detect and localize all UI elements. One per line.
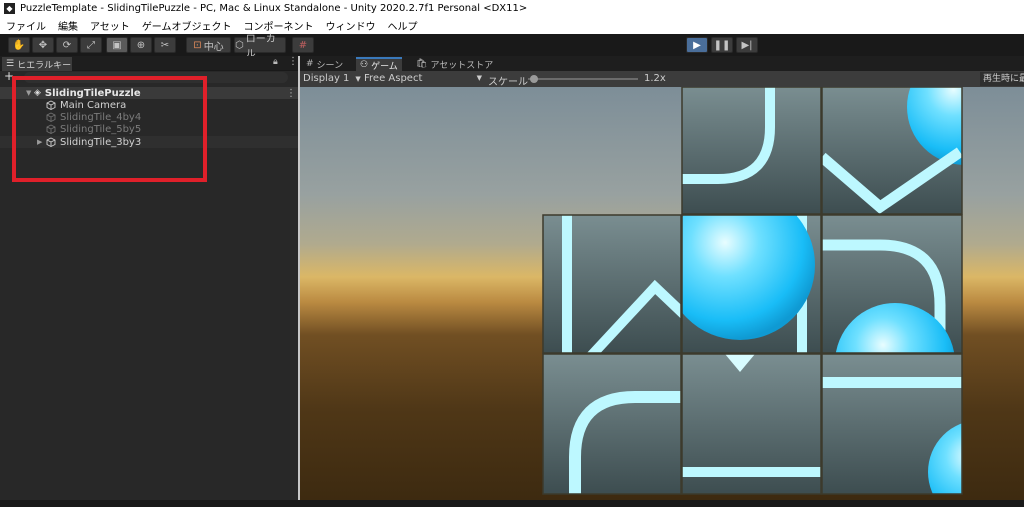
puzzle-tile[interactable] [543, 215, 695, 357]
menu-file[interactable]: ファイル [0, 18, 52, 33]
game-view-toolbar: Display 1 ▼ Free Aspect ▼ スケール 1.2x 再生時に… [300, 71, 1024, 88]
scene-grid-icon: # [306, 59, 314, 69]
pause-icon: ❚❚ [713, 39, 731, 51]
game-viewport[interactable] [300, 87, 1024, 500]
puzzle-tile[interactable] [822, 354, 1024, 500]
tools-icon: ✂ [160, 39, 170, 51]
menu-window[interactable]: ウィンドウ [320, 18, 382, 33]
grid-icon: # [298, 39, 308, 51]
local-icon: ⬡ [235, 39, 244, 51]
menu-edit[interactable]: 編集 [52, 18, 84, 33]
puzzle-tile[interactable] [543, 354, 685, 497]
hierarchy-panel: ☰ ヒエラルキー 🔒︎ ⋮ + ▼ ◈ SlidingTilePuzzle ⋮ … [0, 56, 298, 500]
tab-game[interactable]: ⚇ ゲーム [356, 57, 402, 72]
scale-value: 1.2x [644, 73, 666, 84]
hand-tool-button[interactable]: ✋ [8, 37, 30, 53]
scale-slider[interactable] [528, 75, 638, 83]
pause-button[interactable]: ❚❚ [711, 37, 733, 53]
menu-bar: ファイル 編集 アセット ゲームオブジェクト コンポーネント ウィンドウ ヘルプ [0, 17, 1024, 34]
tab-asset-store[interactable]: 🛍︎ アセットストア [412, 57, 497, 71]
menu-gameobject[interactable]: ゲームオブジェクト [136, 18, 238, 33]
transform-icon: ⊕ [136, 39, 146, 51]
aspect-value: Free Aspect [364, 73, 423, 84]
lock-icon[interactable]: 🔒︎ [273, 57, 278, 67]
pivot-toggle-button[interactable]: ⊡ 中心 [186, 37, 231, 53]
move-icon: ✥ [38, 39, 48, 51]
tab-asset-store-label: アセットストア [430, 60, 494, 71]
game-panel: # シーン ⚇ ゲーム 🛍︎ アセットストア Display 1 ▼ Free … [300, 56, 1024, 500]
gamepad-icon: ⚇ [360, 60, 369, 70]
move-tool-button[interactable]: ✥ [32, 37, 54, 53]
menu-assets[interactable]: アセット [84, 18, 136, 33]
puzzle-tile[interactable] [682, 87, 821, 214]
hierarchy-tab-label: ヒエラルキー [17, 60, 72, 71]
rotate-tool-button[interactable]: ⟳ [56, 37, 78, 53]
puzzle-tile[interactable] [682, 354, 821, 494]
hierarchy-tab-bar: ☰ ヒエラルキー 🔒︎ ⋮ [0, 56, 298, 71]
puzzle-tile[interactable] [822, 87, 1023, 214]
list-icon: ☰ [6, 59, 15, 69]
step-icon: ▶| [741, 39, 753, 51]
display-dropdown[interactable]: Display 1 ▼ [303, 73, 361, 84]
scale-label: スケール [488, 77, 528, 88]
step-button[interactable]: ▶| [736, 37, 758, 53]
display-value: Display 1 [303, 73, 350, 84]
rect-tool-button[interactable]: ▣ [106, 37, 128, 53]
tab-scene-label: シーン [316, 60, 344, 71]
tab-scene[interactable]: # シーン [302, 57, 347, 71]
rotate-icon: ⟳ [62, 39, 72, 51]
tab-game-label: ゲーム [371, 61, 398, 72]
grid-snap-button[interactable]: # [292, 37, 314, 53]
pivot-icon: ⊡ [193, 39, 202, 51]
maximize-on-play-toggle[interactable]: 再生時に最 [980, 72, 1024, 86]
kebab-menu-icon[interactable]: ⋮ [288, 56, 298, 67]
scale-slider-thumb[interactable] [529, 75, 538, 83]
status-bar [0, 500, 1024, 507]
hand-icon: ✋ [12, 39, 26, 51]
aspect-dropdown[interactable]: Free Aspect ▼ [364, 73, 482, 84]
highlight-annotation-box [12, 76, 207, 182]
chevron-down-icon: ▼ [476, 74, 482, 82]
scene-menu-icon[interactable]: ⋮ [286, 88, 296, 99]
shopping-bag-icon: 🛍︎ [416, 59, 428, 69]
view-tab-bar: # シーン ⚇ ゲーム 🛍︎ アセットストア [300, 56, 1024, 72]
scale-tool-button[interactable]: ⤢ [80, 37, 102, 53]
puzzle-board[interactable] [300, 87, 1024, 500]
title-bar: ◆ PuzzleTemplate - SlidingTilePuzzle - P… [0, 0, 1024, 17]
window-title: PuzzleTemplate - SlidingTilePuzzle - PC,… [20, 3, 528, 14]
chevron-down-icon: ▼ [355, 74, 361, 83]
menu-help[interactable]: ヘルプ [382, 18, 424, 33]
play-button[interactable]: ▶ [686, 37, 708, 53]
space-toggle-button[interactable]: ⬡ ローカル [234, 34, 286, 60]
rect-icon: ▣ [112, 39, 122, 51]
maximize-label: 再生時に最 [983, 74, 1024, 84]
unity-logo-icon: ◆ [4, 3, 15, 14]
main-toolbar: ✋ ✥ ⟳ ⤢ ▣ ⊕ ✂ ⊡ 中心 ⬡ ローカル # ▶ ❚❚ ▶| [0, 34, 1024, 60]
play-icon: ▶ [693, 39, 701, 51]
custom-tool-button[interactable]: ✂ [154, 37, 176, 53]
pivot-label: 中心 [203, 41, 224, 53]
scale-icon: ⤢ [87, 39, 95, 51]
transform-tool-button[interactable]: ⊕ [130, 37, 152, 53]
